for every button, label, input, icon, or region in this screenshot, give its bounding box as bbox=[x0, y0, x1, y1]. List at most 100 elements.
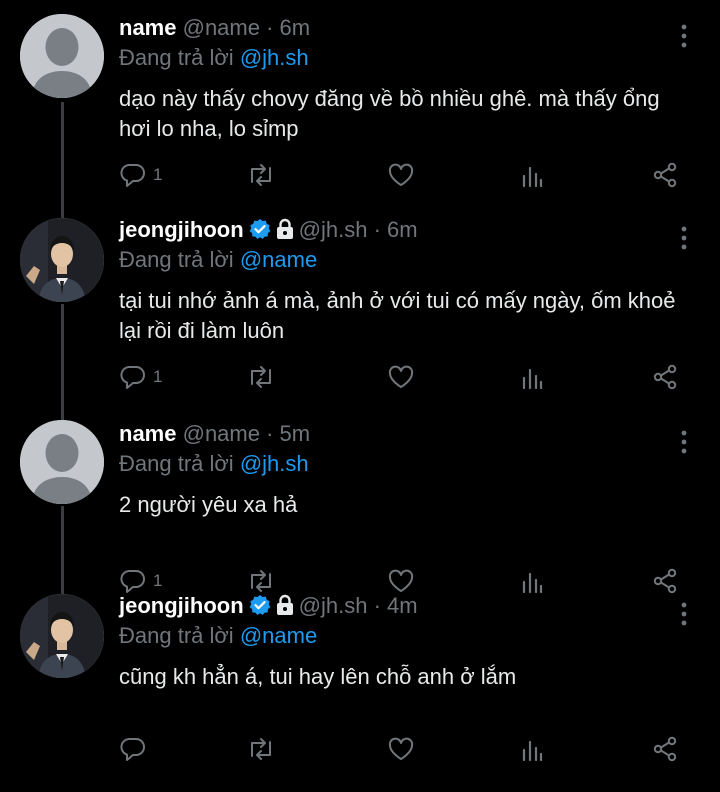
display-name[interactable]: name bbox=[119, 421, 176, 446]
retweet-icon bbox=[251, 366, 271, 388]
views-icon bbox=[522, 572, 543, 594]
retweet-icon bbox=[251, 738, 271, 760]
reply-button[interactable]: 1 bbox=[119, 362, 162, 392]
verified-badge-icon bbox=[249, 595, 271, 615]
tweet-header: name @name · 5m bbox=[119, 420, 310, 448]
views-button[interactable] bbox=[520, 734, 544, 764]
reply-tweet[interactable]: name @name · 6m Đang trả lời @jh.sh dạo nà… bbox=[0, 14, 720, 214]
mention-link[interactable]: @name bbox=[240, 247, 317, 272]
avatar[interactable] bbox=[20, 420, 104, 504]
tweet-header: jeongjihoon @jh.sh · 4m bbox=[119, 592, 418, 623]
replying-to-label: Đang trả lời bbox=[119, 451, 234, 476]
mention-link[interactable]: @name bbox=[240, 623, 317, 648]
tweet-text: 2 người yêu xa hả bbox=[119, 492, 298, 517]
reply-icon bbox=[120, 164, 145, 187]
avatar[interactable] bbox=[20, 14, 104, 98]
lock-icon bbox=[276, 594, 293, 615]
more-options-button[interactable] bbox=[672, 600, 696, 628]
tweet-header: jeongjihoon @jh.sh · 6m bbox=[119, 216, 418, 247]
reply-count: 1 bbox=[153, 165, 163, 184]
retweet-button[interactable] bbox=[246, 160, 276, 190]
reply-count: 1 bbox=[153, 571, 163, 590]
reply-button[interactable]: 1 bbox=[119, 160, 162, 190]
verified-badge-icon bbox=[249, 219, 271, 239]
tweet-header: name @name · 6m bbox=[119, 14, 310, 42]
display-name[interactable]: name bbox=[119, 15, 176, 40]
replying-to-label: Đang trả lời bbox=[119, 247, 234, 272]
display-name[interactable]: jeongjihoon bbox=[119, 593, 244, 618]
action-bar: 1 bbox=[0, 362, 720, 392]
timestamp[interactable]: · 4m bbox=[374, 593, 418, 618]
default-avatar-image bbox=[20, 14, 104, 98]
thread-connector-line bbox=[61, 102, 64, 218]
tweet-text: cũng kh hẳn á, tui hay lên chỗ anh ở lắm bbox=[119, 664, 517, 689]
mention-link[interactable]: @jh.sh bbox=[240, 45, 309, 70]
handle[interactable]: @name bbox=[183, 421, 260, 446]
handle[interactable]: @name bbox=[183, 15, 260, 40]
mention-link[interactable]: @jh.sh bbox=[240, 451, 309, 476]
share-icon bbox=[653, 364, 677, 390]
share-icon bbox=[653, 736, 677, 762]
replying-to-label: Đang trả lời bbox=[119, 623, 234, 648]
lock-icon bbox=[275, 218, 295, 247]
like-icon bbox=[388, 163, 414, 186]
reply-button[interactable] bbox=[119, 734, 153, 764]
lock-icon bbox=[275, 594, 295, 623]
more-options-button[interactable] bbox=[672, 428, 696, 456]
views-button[interactable] bbox=[520, 362, 544, 392]
reply-icon bbox=[120, 570, 145, 593]
more-options-button[interactable] bbox=[672, 224, 696, 252]
reply-tweet[interactable]: jeongjihoon @jh.sh · 6m Đang trả lời @name… bbox=[0, 216, 720, 416]
share-button[interactable] bbox=[651, 160, 679, 190]
share-icon bbox=[653, 162, 677, 188]
reply-icon bbox=[120, 738, 145, 761]
handle[interactable]: @jh.sh bbox=[299, 217, 368, 242]
profile-photo-image bbox=[20, 218, 104, 302]
timestamp[interactable]: · 5m bbox=[266, 421, 310, 446]
timestamp[interactable]: · 6m bbox=[374, 217, 418, 242]
display-name[interactable]: jeongjihoon bbox=[119, 217, 244, 242]
reply-tweet[interactable]: name @name · 5m Đang trả lời @jh.sh 2 ngườ… bbox=[0, 420, 720, 620]
retweet-button[interactable] bbox=[246, 362, 276, 392]
verified-badge-icon bbox=[249, 594, 271, 623]
views-button[interactable] bbox=[520, 160, 544, 190]
more-icon bbox=[681, 430, 687, 454]
thread-connector-line bbox=[61, 304, 64, 420]
views-icon bbox=[522, 166, 543, 188]
share-button[interactable] bbox=[651, 362, 679, 392]
replying-to: Đang trả lời @jh.sh bbox=[119, 450, 309, 478]
replying-to: Đang trả lời @name bbox=[119, 246, 317, 274]
like-icon bbox=[388, 365, 414, 388]
like-button[interactable] bbox=[387, 362, 415, 392]
profile-photo-image bbox=[20, 594, 104, 678]
more-options-button[interactable] bbox=[672, 22, 696, 50]
more-icon bbox=[681, 602, 687, 626]
handle[interactable]: @jh.sh bbox=[299, 593, 368, 618]
more-icon bbox=[681, 226, 687, 250]
share-icon bbox=[653, 568, 677, 594]
default-avatar-image bbox=[20, 420, 104, 504]
action-bar: 1 bbox=[0, 160, 720, 190]
like-button[interactable] bbox=[387, 734, 415, 764]
replying-to: Đang trả lời @name bbox=[119, 622, 317, 650]
timestamp[interactable]: · 6m bbox=[266, 15, 310, 40]
views-icon bbox=[522, 740, 543, 762]
like-icon bbox=[388, 569, 414, 592]
replying-to-label: Đang trả lời bbox=[119, 45, 234, 70]
avatar[interactable] bbox=[20, 218, 104, 302]
like-icon bbox=[388, 737, 414, 760]
reply-tweet[interactable]: jeongjihoon @jh.sh · 4m Đang trả lời @name… bbox=[0, 592, 720, 792]
avatar[interactable] bbox=[20, 594, 104, 678]
reply-icon bbox=[120, 366, 145, 389]
thread-connector-line bbox=[61, 506, 64, 594]
reply-count: 1 bbox=[153, 367, 163, 386]
views-icon bbox=[522, 368, 543, 390]
share-button[interactable] bbox=[651, 734, 679, 764]
retweet-icon bbox=[251, 570, 271, 592]
retweet-button[interactable] bbox=[246, 734, 276, 764]
replying-to: Đang trả lời @jh.sh bbox=[119, 44, 309, 72]
action-bar bbox=[0, 734, 720, 764]
like-button[interactable] bbox=[387, 160, 415, 190]
lock-icon bbox=[276, 218, 293, 239]
more-icon bbox=[681, 24, 687, 48]
